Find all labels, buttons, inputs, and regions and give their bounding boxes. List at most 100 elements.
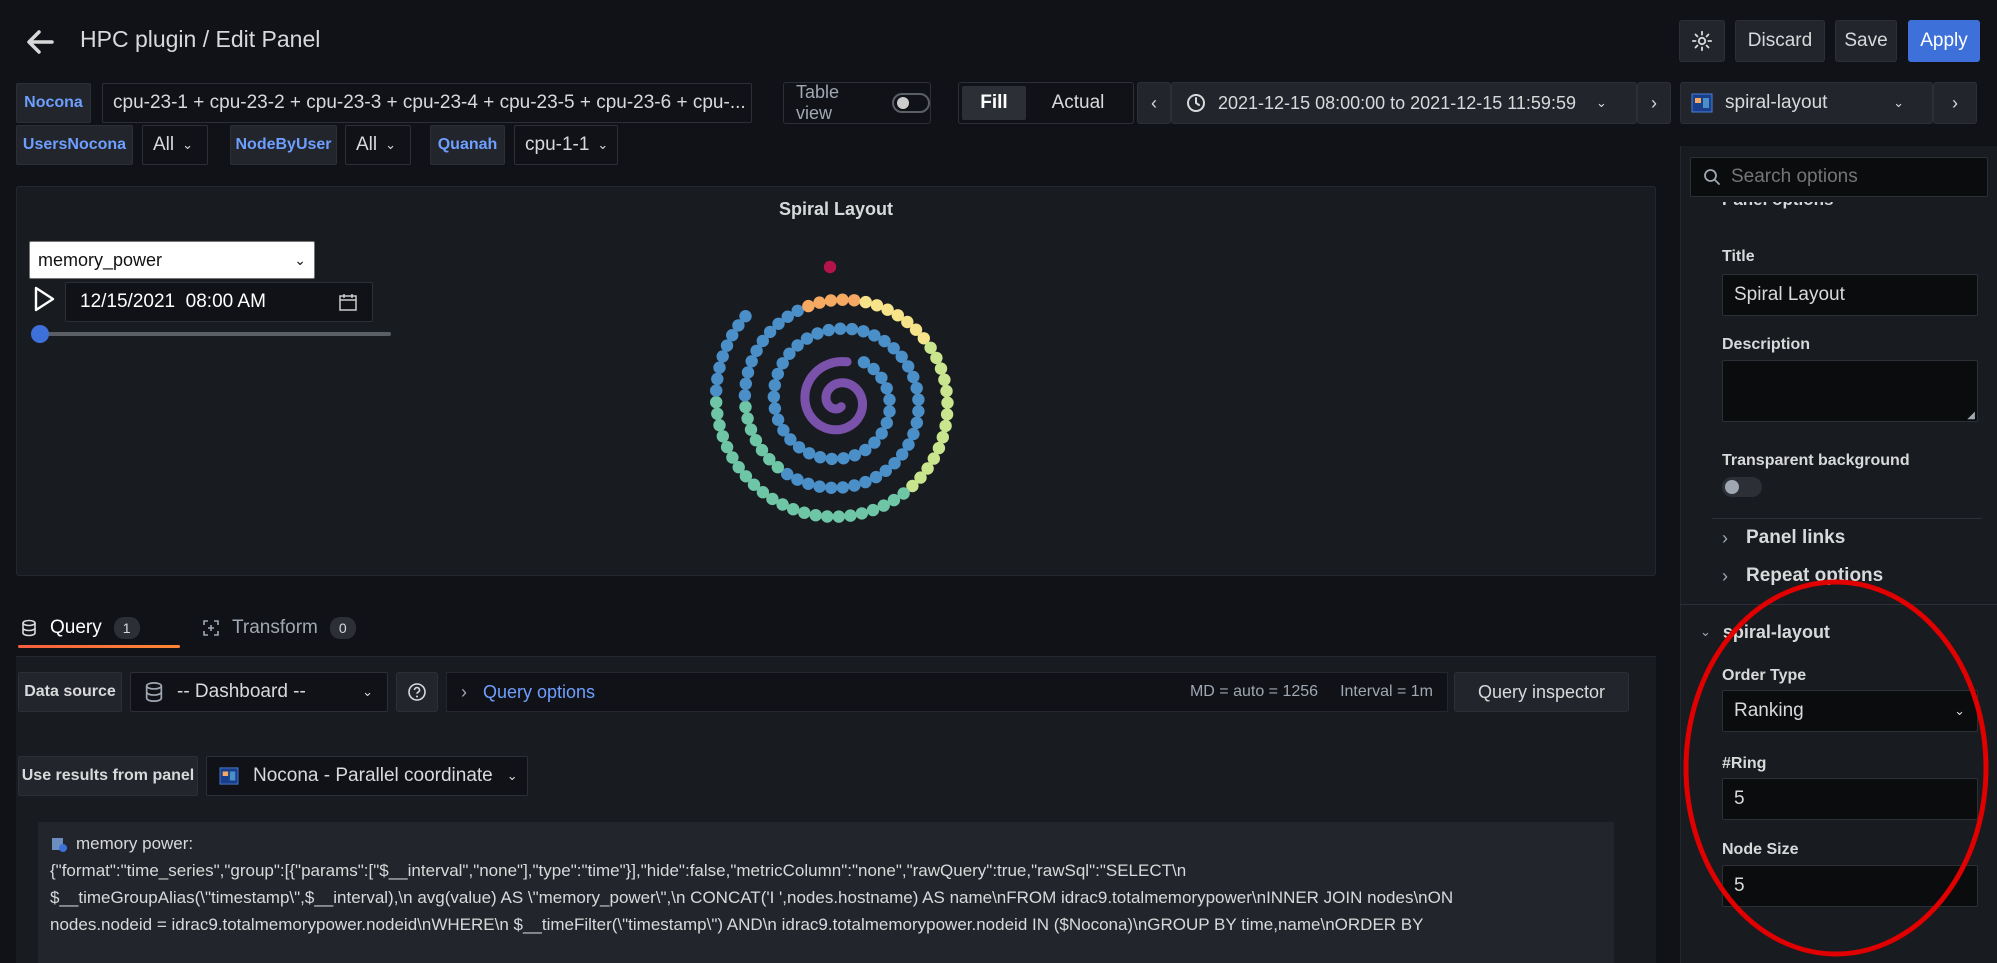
spiral-core [800, 357, 867, 435]
spiral-node [741, 412, 754, 425]
query-code-line: nodes.nodeid = idrac9.totalmemorypower.n… [50, 915, 1424, 934]
use-results-select[interactable]: Nocona - Parallel coordinate ⌄ [206, 756, 528, 796]
spiral-node [791, 304, 804, 317]
spiral-node [802, 477, 815, 490]
options-search[interactable] [1690, 157, 1988, 197]
resize-grip-icon: ◢ [1967, 410, 1975, 421]
data-source-value: -- Dashboard -- [177, 681, 306, 702]
viz-forward-button[interactable]: › [1933, 82, 1977, 124]
var-nocona-label: Nocona [16, 83, 91, 123]
query-options-bar[interactable]: › Query options MD = auto = 1256 Interva… [446, 672, 1448, 712]
query-options-link[interactable]: Query options [483, 682, 595, 703]
spiral-node [739, 400, 752, 414]
chevron-down-icon: ⌄ [385, 137, 397, 152]
var-nodebyuser-value: All [356, 134, 378, 155]
spiral-node [822, 323, 835, 337]
chevron-right-icon: › [1952, 92, 1958, 113]
query-code-block[interactable]: memory power: {"format":"time_series","g… [38, 822, 1614, 963]
order-type-select[interactable]: Ranking ⌄ [1722, 690, 1978, 732]
data-source-select[interactable]: -- Dashboard -- ⌄ [130, 672, 388, 712]
table-view-toggle-group[interactable]: Table view [783, 82, 931, 124]
spiral-node [859, 475, 872, 489]
spiral-node [859, 443, 872, 457]
tab-transform[interactable]: Transform 0 [202, 608, 356, 648]
calendar-icon[interactable] [338, 292, 358, 312]
ring-input[interactable]: 5 [1722, 778, 1978, 820]
clock-icon [1187, 94, 1205, 112]
description-textarea[interactable]: ◢ [1722, 360, 1978, 422]
slider-thumb[interactable] [31, 325, 49, 343]
time-back-button[interactable]: ‹ [1137, 82, 1171, 124]
chevron-right-icon: › [1722, 565, 1728, 586]
divider [1680, 604, 1997, 605]
metric-select[interactable]: memory_power ⌄ [29, 241, 315, 279]
spiral-node [939, 419, 952, 433]
spiral-node [800, 332, 814, 345]
back-arrow-icon[interactable] [24, 26, 56, 58]
actual-button[interactable]: Actual [1026, 92, 1130, 114]
spiral-node [912, 393, 925, 406]
table-view-label: Table view [796, 82, 840, 123]
query-inspector-button[interactable]: Query inspector [1454, 672, 1629, 712]
table-view-switch[interactable] [892, 93, 930, 113]
date-input[interactable]: 12/15/2021 08:00 AM [65, 282, 373, 322]
spiral-node [870, 299, 884, 312]
spiral-node [814, 451, 827, 464]
spiral-node [832, 510, 845, 523]
time-forward-button[interactable]: › [1637, 82, 1671, 124]
divider [1712, 518, 1982, 519]
settings-button[interactable] [1679, 20, 1725, 62]
var-usersnocona-select[interactable]: All ⌄ [142, 125, 208, 165]
options-search-input[interactable] [1731, 166, 1971, 188]
plugin-options-section[interactable]: ⌄ spiral-layout [1700, 620, 1830, 644]
spiral-node [848, 294, 861, 307]
spiral-node [768, 402, 782, 415]
panel-links-section[interactable]: › Panel links [1722, 526, 1845, 550]
panel-preview: Spiral Layout memory_power ⌄ 12/15/2021 … [16, 186, 1656, 576]
spiral-node [738, 389, 752, 402]
spiral-node-latest [823, 260, 837, 274]
spiral-node [936, 431, 949, 444]
title-input[interactable]: Spiral Layout [1722, 274, 1978, 316]
viz-picker[interactable]: spiral-layout ⌄ [1680, 82, 1933, 124]
plugin-logo-icon [1691, 93, 1713, 113]
play-button[interactable] [31, 285, 59, 315]
var-nocona-value: cpu-23-1 + cpu-23-2 + cpu-23-3 + cpu-23-… [113, 92, 746, 113]
var-quanah-select[interactable]: cpu-1-1 ⌄ [514, 125, 618, 165]
transparent-switch[interactable] [1722, 477, 1762, 497]
help-button[interactable] [396, 672, 438, 712]
var-nocona-select[interactable]: cpu-23-1 + cpu-23-2 + cpu-23-3 + cpu-23-… [102, 83, 752, 123]
discard-button[interactable]: Discard [1735, 20, 1825, 62]
database-icon [22, 619, 36, 637]
spiral-node [869, 470, 883, 484]
spiral-node [813, 296, 826, 309]
time-slider[interactable] [31, 324, 391, 344]
node-size-input[interactable]: 5 [1722, 865, 1978, 907]
spiral-node [910, 381, 923, 395]
spiral-chart [710, 260, 954, 523]
repeat-options-section[interactable]: › Repeat options [1722, 564, 1883, 588]
viz-name: spiral-layout [1725, 92, 1828, 113]
spiral-node [811, 327, 824, 340]
apply-button[interactable]: Apply [1908, 20, 1980, 62]
time-range-picker[interactable]: 2021-12-15 08:00:00 to 2021-12-15 11:59:… [1171, 82, 1637, 124]
var-nodebyuser-select[interactable]: All ⌄ [345, 125, 411, 165]
spiral-node [844, 509, 857, 522]
page-title: HPC plugin / Edit Panel [80, 26, 321, 52]
spiral-node [749, 434, 763, 447]
chevron-down-icon: ⌄ [362, 684, 373, 699]
chevron-down-icon: ⌄ [1595, 95, 1607, 110]
spiral-node [711, 407, 724, 420]
tab-transform-count: 0 [329, 617, 356, 639]
query-icon [50, 835, 68, 853]
repeat-options-label: Repeat options [1746, 565, 1884, 586]
fill-button[interactable]: Fill [962, 86, 1026, 120]
var-quanah-value: cpu-1-1 [525, 134, 590, 155]
search-icon [1704, 169, 1720, 185]
var-usersnocona-label: UsersNocona [16, 125, 133, 165]
spiral-node [845, 322, 859, 336]
tab-query[interactable]: Query 1 [20, 608, 140, 648]
ring-label: #Ring [1722, 755, 1767, 772]
spiral-node [940, 408, 954, 421]
save-button[interactable]: Save [1835, 20, 1897, 62]
